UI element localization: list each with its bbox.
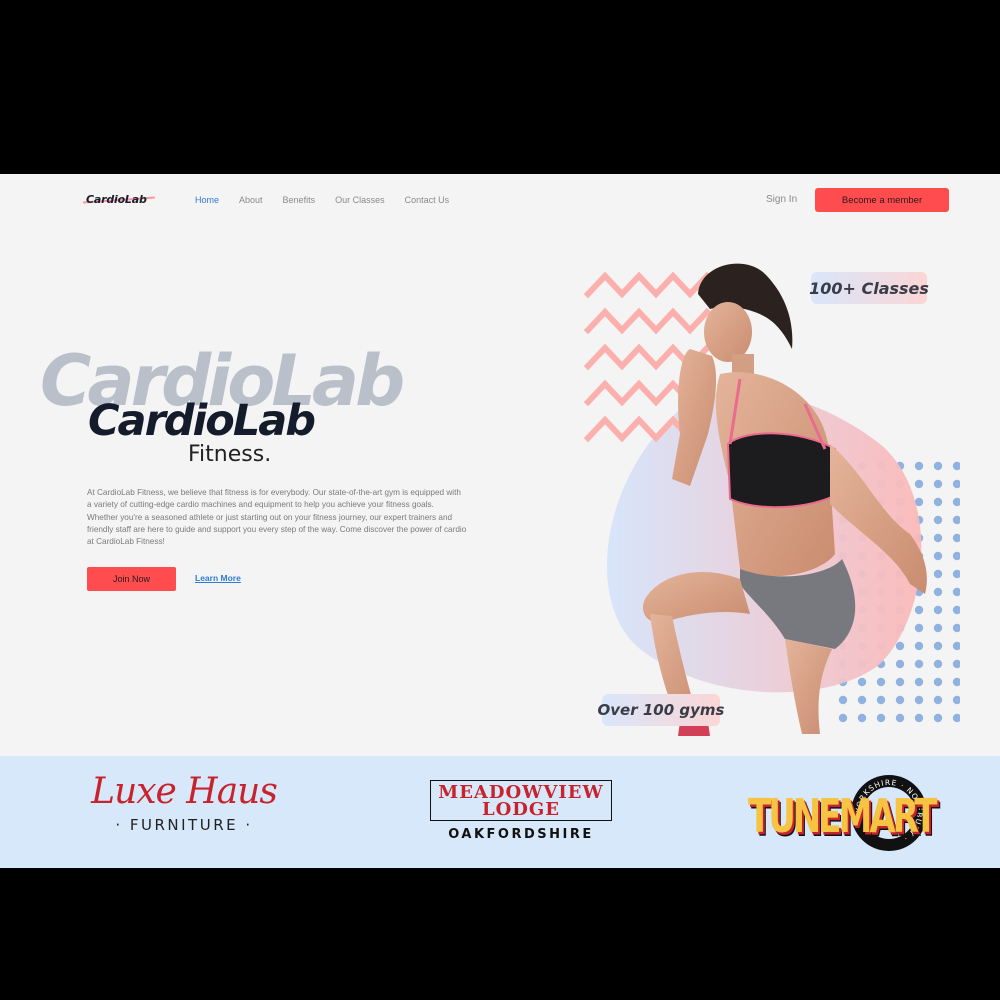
grid-dot (914, 461, 924, 471)
logo-text: CardioLab (86, 193, 147, 206)
grid-dot (952, 533, 960, 543)
grid-dot (933, 497, 943, 507)
learn-more-link[interactable]: Learn More (195, 573, 241, 583)
nav-link-benefits[interactable]: Benefits (283, 195, 316, 205)
grid-dot (933, 713, 943, 723)
grid-dot (933, 533, 943, 543)
grid-dot (876, 713, 886, 723)
meadowview-box: MEADOWVIEW LODGE (430, 780, 612, 821)
grid-dot (857, 713, 867, 723)
grid-dot (914, 713, 924, 723)
join-now-button[interactable]: Join Now (87, 567, 176, 591)
top-nav: CardioLab Home About Benefits Our Classe… (0, 174, 1000, 228)
grid-dot (952, 677, 960, 687)
luxe-haus-logo: Luxe Haus · FURNITURE · (84, 771, 284, 835)
hero-illustration (583, 263, 960, 736)
grid-dot (952, 497, 960, 507)
nav-link-our-classes[interactable]: Our Classes (335, 195, 385, 205)
grid-dot (914, 623, 924, 633)
grid-dot (933, 623, 943, 633)
nav-links: Home About Benefits Our Classes Contact … (195, 195, 469, 205)
grid-dot (857, 695, 867, 705)
gyms-badge: Over 100 gyms (598, 694, 724, 726)
grid-dot (914, 677, 924, 687)
grid-dot (838, 713, 848, 723)
grid-dot (838, 695, 848, 705)
grid-dot (895, 713, 905, 723)
grid-dot (952, 569, 960, 579)
luxe-haus-name: Luxe Haus (91, 771, 278, 812)
grid-dot (952, 479, 960, 489)
grid-dot (952, 605, 960, 615)
hero-title: CardioLab (88, 396, 316, 446)
grid-dot (952, 461, 960, 471)
grid-dot (952, 695, 960, 705)
nav-link-home[interactable]: Home (195, 195, 219, 205)
grid-dot (952, 551, 960, 561)
meadowview-name-line2: LODGE (481, 799, 561, 820)
grid-dot (914, 641, 924, 651)
meadowview-sub: OAKFORDSHIRE (448, 827, 594, 842)
grid-dot (952, 659, 960, 669)
grid-dot (952, 641, 960, 651)
grid-dot (914, 479, 924, 489)
grid-dot (933, 677, 943, 687)
hero-description: At CardioLab Fitness, we believe that fi… (87, 488, 467, 547)
grid-dot (895, 641, 905, 651)
grid-dot (876, 695, 886, 705)
become-member-button[interactable]: Become a member (815, 188, 949, 212)
partner-logos-strip: Luxe Haus · FURNITURE · MEADOWVIEW LODGE… (0, 756, 1000, 868)
nav-link-about[interactable]: About (239, 195, 263, 205)
grid-dot (914, 695, 924, 705)
grid-dot (933, 479, 943, 489)
grid-dot (933, 461, 943, 471)
grid-dot (857, 677, 867, 687)
hero-subtitle: Fitness. (188, 442, 272, 467)
grid-dot (933, 605, 943, 615)
grid-dot (895, 677, 905, 687)
grid-dot (914, 605, 924, 615)
grid-dot (895, 659, 905, 669)
grid-dot (952, 515, 960, 525)
landing-page: CardioLab Home About Benefits Our Classe… (0, 174, 1000, 868)
grid-dot (952, 623, 960, 633)
grid-dot (933, 551, 943, 561)
nav-link-contact-us[interactable]: Contact Us (405, 195, 450, 205)
grid-dot (933, 569, 943, 579)
grid-dot (895, 695, 905, 705)
grid-dot (933, 695, 943, 705)
sign-in-link[interactable]: Sign In (766, 194, 797, 205)
tunemart-name: TUNEMART (748, 790, 937, 844)
grid-dot (933, 659, 943, 669)
grid-dot (933, 641, 943, 651)
luxe-haus-sub: · FURNITURE · (115, 816, 253, 834)
grid-dot (914, 659, 924, 669)
tunemart-logo: YORKSHIRE · NOTEBURY · TUNEMART (748, 772, 937, 854)
grid-dot (933, 587, 943, 597)
meadowview-lodge-logo: MEADOWVIEW LODGE OAKFORDSHIRE (430, 780, 612, 842)
grid-dot (952, 587, 960, 597)
logo[interactable]: CardioLab (83, 193, 155, 206)
grid-dot (876, 677, 886, 687)
classes-badge: 100+ Classes (809, 272, 929, 304)
grid-dot (933, 515, 943, 525)
grid-dot (952, 713, 960, 723)
